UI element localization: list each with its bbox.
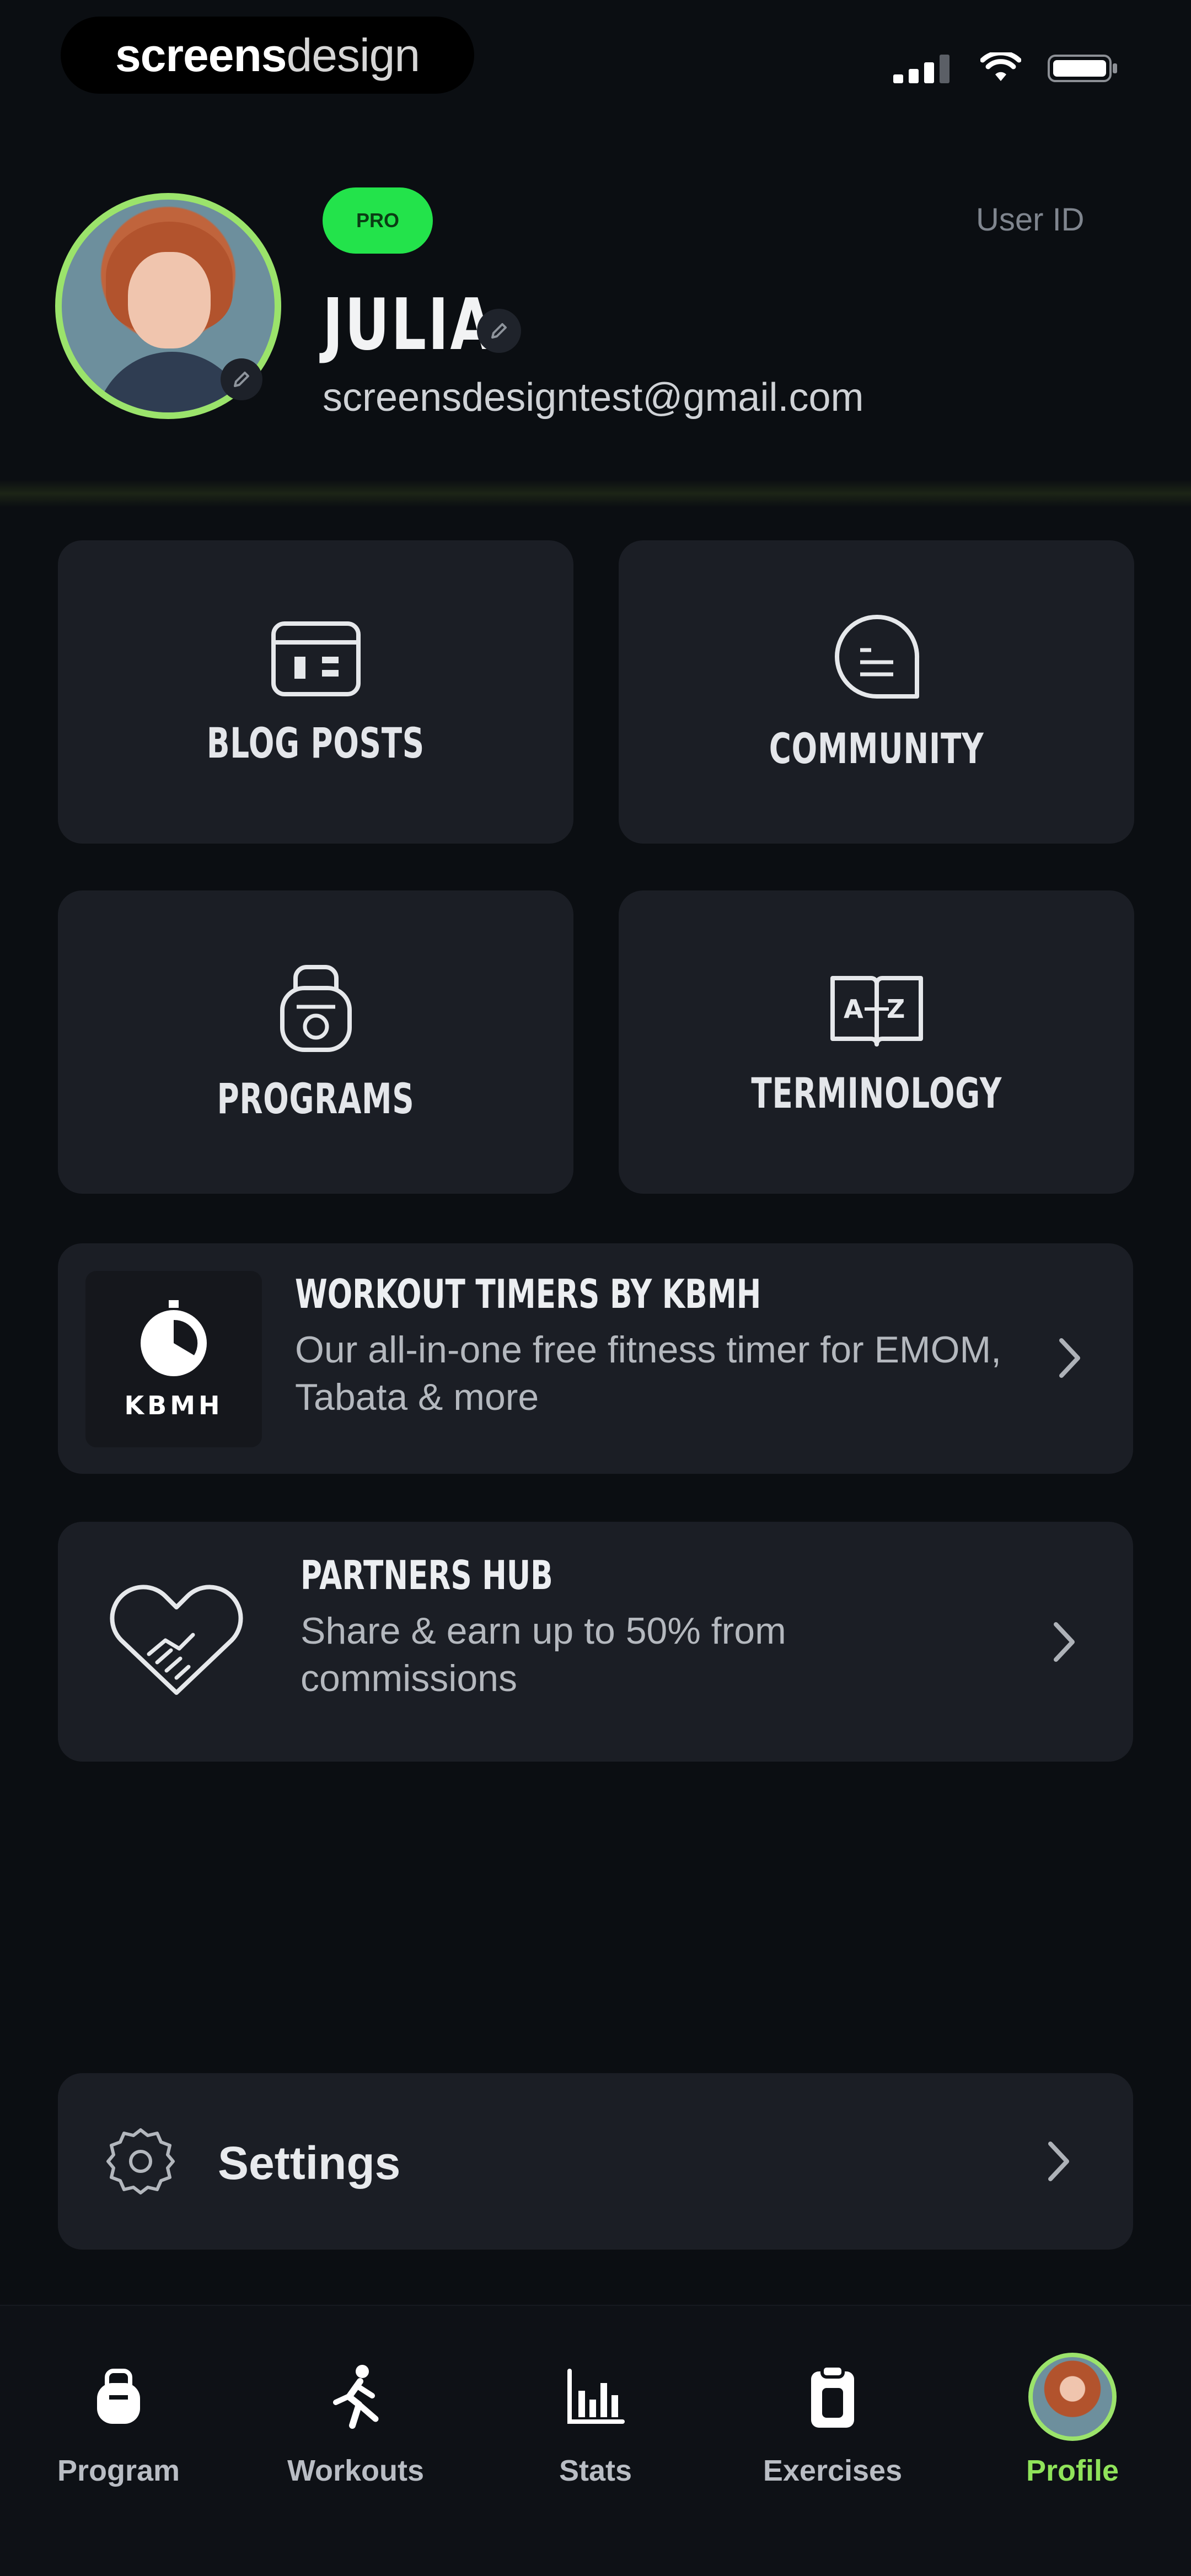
runner-icon — [328, 2350, 383, 2444]
card-title: PARTNERS HUB — [301, 1552, 553, 1598]
clipboard-icon — [808, 2350, 857, 2444]
status-icons — [893, 49, 1119, 87]
avatar — [1028, 2353, 1117, 2441]
tile-label: PROGRAMS — [217, 1074, 415, 1123]
tile-community[interactable]: COMMUNITY — [619, 540, 1134, 844]
tab-profile[interactable]: Profile — [962, 2328, 1183, 2570]
tile-blog-posts[interactable]: BLOG POSTS — [58, 540, 573, 844]
bar-chart-icon — [565, 2350, 626, 2444]
battery-icon — [1048, 55, 1117, 82]
pro-badge: PRO — [323, 187, 433, 254]
profile-tab-avatar — [1028, 2350, 1117, 2444]
tile-terminology[interactable]: A Z TERMINOLOGY — [619, 890, 1134, 1194]
svg-text:Z: Z — [887, 994, 905, 1024]
chevron-right-icon — [1059, 1338, 1080, 1378]
calendar-icon — [271, 621, 361, 696]
kbmh-logo-text: KBMH — [124, 1391, 223, 1420]
tab-exercises[interactable]: Exercises — [722, 2328, 943, 2570]
tab-program[interactable]: Program — [8, 2328, 229, 2570]
chevron-right-icon — [1048, 2142, 1069, 2181]
partners-hub-card[interactable]: PARTNERS HUB Share & earn up to 50% from… — [58, 1522, 1133, 1762]
card-title: WORKOUT TIMERS BY KBMH — [295, 1271, 761, 1317]
tab-label: Program — [57, 2454, 180, 2487]
kbmh-logo: KBMH — [85, 1271, 262, 1447]
bottom-tab-bar: Program Workouts Stats Exercises Profile — [0, 2305, 1191, 2576]
chevron-right-icon — [1054, 1622, 1075, 1662]
tab-label: Stats — [559, 2454, 632, 2487]
chat-bubble-icon — [834, 614, 919, 699]
screensdesign-watermark: screens design — [61, 17, 474, 94]
settings-label: Settings — [218, 2137, 401, 2189]
user-email: screensdesigntest@gmail.com — [323, 375, 864, 420]
tab-label: Workouts — [287, 2454, 424, 2487]
brand-text-light: design — [286, 29, 421, 81]
stopwatch-icon — [141, 1300, 207, 1376]
tile-label: BLOG POSTS — [206, 718, 425, 768]
tab-workouts[interactable]: Workouts — [245, 2328, 466, 2570]
tab-label: Exercises — [763, 2454, 903, 2487]
workout-timers-card[interactable]: KBMH WORKOUT TIMERS BY KBMH Our all-in-o… — [58, 1243, 1133, 1474]
kettlebell-icon — [94, 2350, 143, 2444]
user-name: JULIA — [323, 284, 495, 366]
tile-programs[interactable]: PROGRAMS — [58, 890, 573, 1194]
cellular-signal-icon — [893, 55, 949, 83]
avatar-face — [128, 252, 211, 348]
kettlebell-icon — [280, 964, 352, 1052]
settings-row[interactable]: Settings — [58, 2073, 1133, 2250]
avatar-edit-button[interactable] — [221, 358, 262, 400]
header-divider — [0, 480, 1191, 507]
pencil-icon — [491, 323, 507, 339]
user-id-link[interactable]: User ID — [976, 201, 1085, 238]
pencil-icon — [234, 372, 249, 387]
tab-stats[interactable]: Stats — [485, 2328, 706, 2570]
wifi-icon — [980, 52, 1021, 81]
dictionary-book-icon: A Z — [830, 975, 923, 1046]
gear-icon — [106, 2128, 175, 2194]
name-edit-button[interactable] — [477, 309, 521, 353]
brand-text-bold: screens — [115, 29, 287, 81]
heart-handshake-icon — [110, 1585, 243, 1695]
svg-text:A: A — [844, 994, 863, 1024]
tile-label: COMMUNITY — [769, 723, 984, 773]
tile-label: TERMINOLOGY — [751, 1068, 1002, 1118]
card-subtitle: Share & earn up to 50% from commissions — [301, 1610, 786, 1699]
tab-label: Profile — [1026, 2454, 1119, 2487]
card-subtitle: Our all-in-one free fitness timer for EM… — [295, 1329, 1002, 1418]
